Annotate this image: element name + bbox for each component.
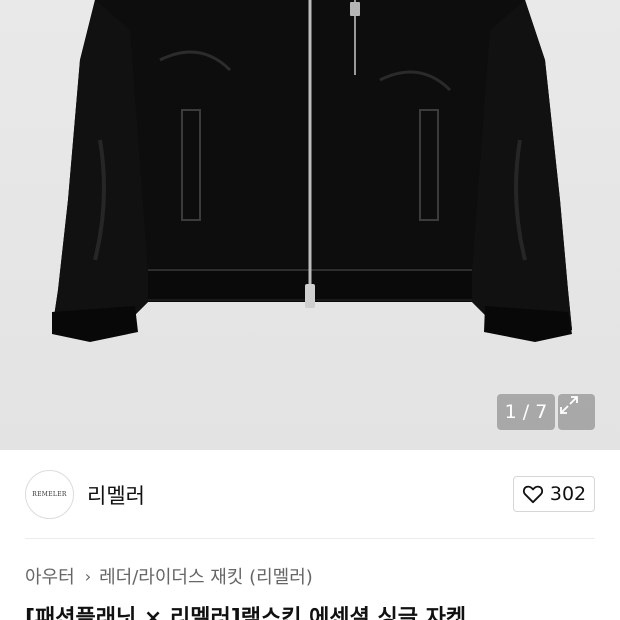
leather-jacket-image [52,0,572,342]
heart-icon [522,485,543,504]
like-count: 302 [549,483,587,505]
product-image-gallery[interactable]: 1 / 7 [0,0,620,450]
image-counter: 1 / 7 [497,394,555,430]
breadcrumb-category[interactable]: 아우터 [25,563,75,589]
brand-name[interactable]: 리멜러 [87,480,145,510]
chevron-right-icon: › [84,566,92,586]
brand-logo-text: REMELER [32,491,67,498]
product-title: [패션플래닛 × 리멜러]램스킨 에센셜 싱글 자켓 [25,606,467,620]
divider [25,538,595,539]
expand-icon [560,396,578,414]
product-detail-page: 1 / 7 REMELER 리멜러 302 아우터 › 레더/라이더스 재킷 (… [0,0,620,620]
brand-logo[interactable]: REMELER [25,470,74,519]
breadcrumb: 아우터 › 레더/라이더스 재킷 (리멜러) [25,563,313,589]
like-button[interactable]: 302 [513,476,595,512]
expand-button[interactable] [558,394,595,430]
breadcrumb-subcategory[interactable]: 레더/라이더스 재킷 (리멜러) [99,563,313,589]
brand-row: REMELER 리멜러 302 [0,450,620,540]
